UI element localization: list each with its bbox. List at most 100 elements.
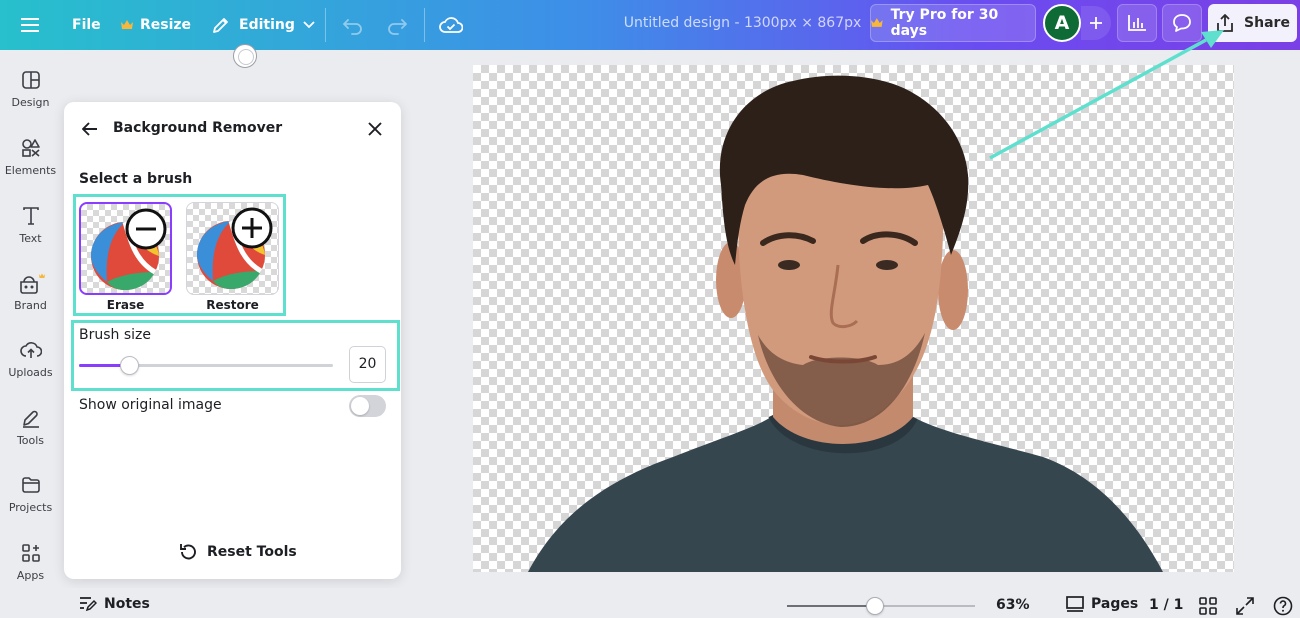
rotate-handle[interactable] — [233, 44, 257, 68]
share-button[interactable]: Share — [1208, 4, 1297, 42]
sidebar-item-label: Elements — [4, 164, 57, 177]
sidebar-item-label: Text — [19, 232, 42, 245]
sidebar-item-projects[interactable]: Projects — [0, 475, 61, 535]
sidebar-item-text[interactable]: Text — [0, 206, 61, 266]
panel-title: Background Remover — [113, 120, 283, 136]
resize-label: Resize — [140, 17, 192, 33]
arrow-left-icon — [82, 122, 97, 136]
apps-icon — [21, 544, 40, 562]
save-status-button[interactable] — [439, 12, 465, 38]
beach-ball-icon — [197, 207, 273, 289]
help-button[interactable] — [1273, 596, 1293, 616]
sidebar-item-label: Tools — [16, 434, 45, 447]
bottom-bar: Notes 63% Pages 1 / 1 — [0, 588, 1300, 618]
plus-icon — [1090, 17, 1102, 29]
redo-button[interactable] — [386, 13, 410, 37]
grid-icon — [1199, 597, 1217, 615]
try-pro-button[interactable]: Try Pro for 30 days — [870, 4, 1036, 42]
sidebar-item-label: Projects — [8, 501, 53, 514]
beach-ball-icon — [91, 208, 167, 290]
back-button[interactable] — [80, 119, 100, 139]
document-title[interactable]: Untitled design - 1300px × 867px — [600, 15, 885, 31]
fullscreen-button[interactable] — [1236, 597, 1254, 615]
resize-button[interactable]: Resize — [121, 14, 191, 36]
brush-heading: Select a brush — [79, 171, 193, 187]
design-canvas[interactable] — [473, 65, 1234, 572]
expand-icon — [1236, 597, 1254, 615]
erase-brush-option[interactable] — [79, 202, 172, 295]
show-original-label: Show original image — [79, 397, 222, 413]
portrait-image[interactable] — [473, 65, 1234, 572]
notes-label: Notes — [104, 596, 150, 612]
sidebar-item-label: Design — [11, 96, 50, 109]
zoom-slider-thumb[interactable] — [866, 597, 885, 615]
main-menu-button[interactable] — [18, 13, 42, 37]
undo-button[interactable] — [342, 13, 366, 37]
page-count: 1 / 1 — [1149, 597, 1184, 613]
avatar[interactable]: A — [1043, 4, 1081, 42]
crown-icon — [871, 18, 883, 27]
comment-icon — [1173, 14, 1191, 32]
crown-icon — [121, 20, 133, 29]
design-icon — [21, 71, 40, 89]
restore-brush-option[interactable] — [186, 202, 279, 295]
try-pro-label: Try Pro for 30 days — [890, 7, 999, 39]
zoom-level[interactable]: 63% — [996, 597, 1030, 613]
brush-size-input[interactable]: 20 — [349, 346, 386, 383]
avatar-initial: A — [1054, 12, 1070, 34]
help-icon — [1273, 596, 1293, 616]
notes-icon — [80, 597, 97, 612]
toolbar-divider — [325, 8, 326, 42]
left-sidebar: Design Elements Text Brand Uploads Tools… — [0, 50, 61, 618]
restore-brush-label: Restore — [206, 298, 259, 312]
invite-member-button[interactable] — [1081, 6, 1111, 40]
sidebar-item-tools[interactable]: Tools — [0, 408, 61, 468]
reset-tools-button[interactable]: Reset Tools — [178, 540, 297, 564]
sidebar-item-brand[interactable]: Brand — [0, 273, 61, 333]
show-original-toggle[interactable] — [349, 395, 386, 417]
toolbar-divider — [424, 8, 425, 42]
erase-brush-label: Erase — [106, 298, 145, 312]
pages-icon — [1066, 596, 1084, 612]
share-upload-icon — [1217, 14, 1233, 32]
sidebar-item-elements[interactable]: Elements — [0, 138, 61, 198]
notes-button[interactable]: Notes — [79, 596, 150, 612]
sidebar-item-label: Apps — [16, 569, 45, 582]
editing-mode-button[interactable]: Editing — [211, 12, 315, 38]
undo-icon — [343, 19, 362, 35]
top-toolbar: File Resize Editing Untitled design - 13… — [0, 0, 1300, 50]
close-button[interactable] — [365, 119, 385, 139]
chevron-down-icon — [303, 21, 315, 29]
insights-button[interactable] — [1117, 4, 1157, 42]
reset-tools-label: Reset Tools — [207, 544, 297, 560]
brush-size-slider[interactable] — [79, 364, 333, 367]
pencil-icon — [213, 18, 228, 33]
grid-view-button[interactable] — [1199, 597, 1217, 615]
brand-icon — [19, 273, 45, 294]
redo-icon — [388, 19, 407, 35]
brush-size-label: Brush size — [79, 327, 151, 343]
reset-icon — [180, 544, 196, 560]
comments-button[interactable] — [1162, 4, 1202, 42]
hamburger-icon — [21, 18, 39, 32]
uploads-icon — [19, 342, 42, 358]
text-icon — [22, 207, 39, 225]
sidebar-item-uploads[interactable]: Uploads — [0, 340, 61, 400]
sidebar-item-design[interactable]: Design — [0, 70, 61, 130]
projects-icon — [21, 477, 40, 493]
sidebar-item-label: Brand — [14, 299, 47, 312]
share-label: Share — [1244, 15, 1290, 31]
editing-label: Editing — [239, 17, 295, 33]
sidebar-item-label: Uploads — [8, 366, 53, 379]
cloud-check-icon — [439, 17, 463, 33]
tools-icon — [22, 410, 39, 428]
bar-chart-icon — [1128, 15, 1146, 31]
pages-label: Pages — [1091, 596, 1139, 612]
file-label: File — [72, 17, 101, 33]
close-icon — [368, 122, 382, 136]
zoom-slider-fill — [787, 605, 876, 607]
pages-button[interactable]: Pages — [1066, 596, 1138, 612]
file-menu-button[interactable]: File — [72, 14, 101, 36]
elements-icon — [21, 139, 40, 157]
background-remover-panel: Background Remover Select a brush Erase … — [64, 102, 401, 579]
